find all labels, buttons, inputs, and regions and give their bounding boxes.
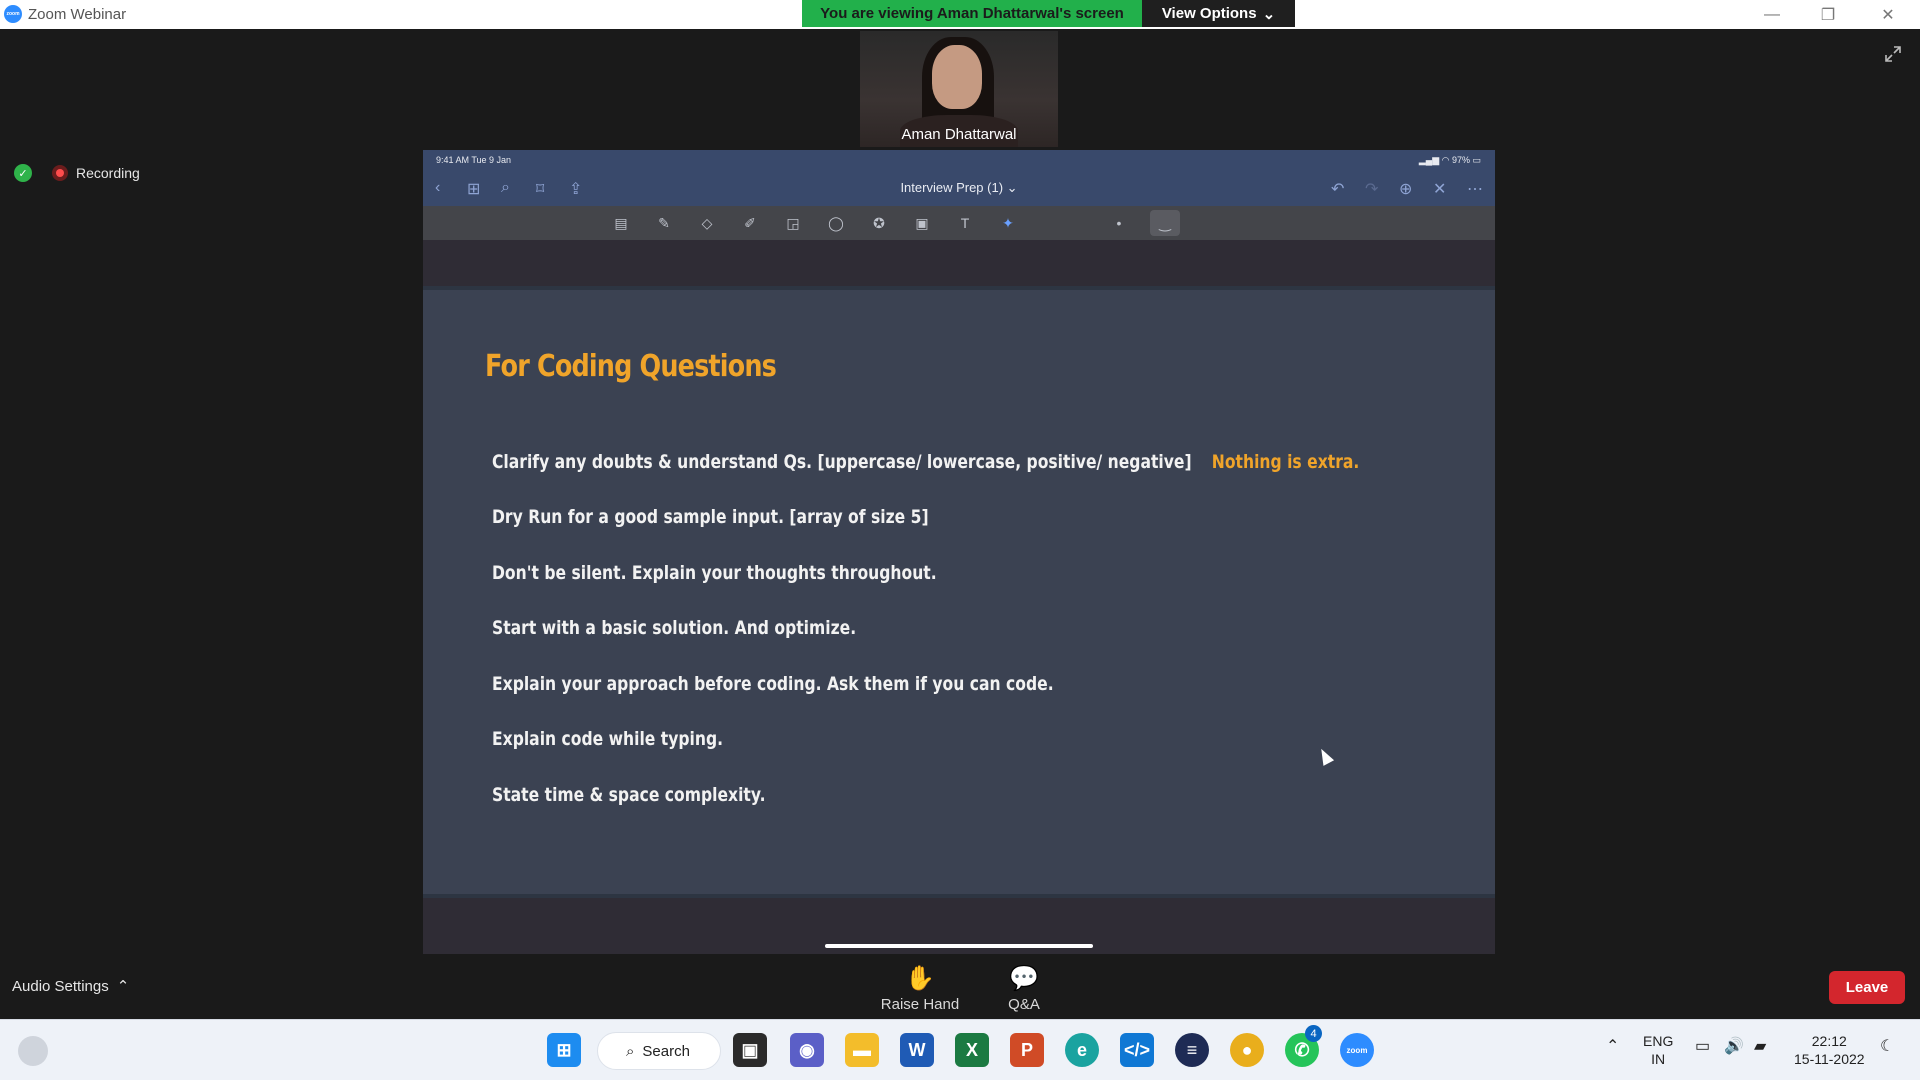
ipad-home-indicator (825, 944, 1093, 948)
lasso-icon[interactable]: ◯ (827, 214, 845, 232)
language-bottom: IN (1651, 1051, 1666, 1067)
clock-time: 22:12 (1811, 1033, 1847, 1049)
eclipse-icon[interactable]: ≡ (1175, 1033, 1209, 1067)
bullet-text: Clarify any doubts & understand Qs. [upp… (492, 451, 1192, 473)
ipad-status-bar: 9:41 AM Tue 9 Jan ▂▄▆ ◠ 97% ▭ (423, 150, 1495, 170)
raise-hand-label: Raise Hand (880, 996, 960, 1013)
close-button[interactable]: ✕ (1860, 0, 1916, 29)
chrome-icon[interactable]: ● (1230, 1033, 1264, 1067)
ipad-toolbar: ▤ ✎ ◇ ✐ ◲ ◯ ✪ ▣ T ✦ • ‿ (423, 206, 1495, 240)
slide-title: For Coding Questions (485, 349, 777, 384)
recording-icon (52, 165, 68, 181)
slide-bullet-6: Explain code while typing. (492, 728, 724, 750)
slide-bullet-1: Clarify any doubts & understand Qs. [upp… (492, 451, 1359, 473)
slide: For Coding Questions Clarify any doubts … (423, 290, 1495, 894)
slide-bullet-7: State time & space complexity. (492, 784, 766, 806)
file-explorer-icon[interactable]: ▬ (845, 1033, 879, 1067)
chevron-down-icon: ⌄ (1262, 5, 1276, 23)
undo-icon[interactable]: ↶ (1331, 179, 1344, 199)
app-title: zoom Zoom Webinar (4, 5, 126, 23)
notifications-icon[interactable]: ☾ (1880, 1038, 1894, 1056)
title-bar: zoom Zoom Webinar You are viewing Aman D… (0, 0, 1920, 29)
recording-label: Recording (76, 165, 140, 181)
qa-button[interactable]: 💬 Q&A (979, 962, 1069, 1013)
slide-bullet-5: Explain your approach before coding. Ask… (492, 673, 1054, 695)
audio-settings-label: Audio Settings (12, 977, 109, 995)
volume-icon[interactable]: 🔊 (1724, 1038, 1744, 1056)
add-page-icon[interactable]: ⊕ (1399, 179, 1412, 199)
slide-bullet-2: Dry Run for a good sample input. [array … (492, 506, 929, 528)
close-icon[interactable]: ✕ (1433, 179, 1446, 199)
search-label: Search (642, 1042, 690, 1060)
view-options-button[interactable]: View Options ⌄ (1142, 0, 1295, 27)
hand-icon: ✋ (905, 965, 935, 992)
clock[interactable]: 22:12 15-11-2022 (1794, 1032, 1865, 1068)
eraser-icon[interactable]: ◇ (698, 214, 716, 232)
pen-icon[interactable]: ✎ (655, 214, 673, 232)
clock-date: 15-11-2022 (1794, 1051, 1865, 1067)
excel-icon[interactable]: X (955, 1033, 989, 1067)
edge-icon[interactable]: e (1065, 1033, 1099, 1067)
shapes-icon[interactable]: ◲ (784, 214, 802, 232)
battery-percent: 97% (1451, 155, 1470, 165)
speaker-face (932, 45, 982, 109)
notification-badge: 4 (1305, 1025, 1322, 1042)
page-margin-top (423, 240, 1495, 286)
speaker-name: Aman Dhattarwal (901, 126, 1017, 143)
stroke-style-icon[interactable]: ‿ (1150, 210, 1180, 236)
vscode-icon[interactable]: </> (1120, 1033, 1154, 1067)
network-icon[interactable]: ▭ (1695, 1038, 1710, 1056)
restore-button[interactable]: ❐ (1800, 0, 1856, 29)
view-options-label: View Options (1161, 5, 1257, 22)
leave-button[interactable]: Leave (1829, 971, 1905, 1004)
document-title-text: Interview Prep (1) (900, 180, 1004, 195)
fullscreen-icon[interactable] (1884, 45, 1902, 63)
highlighter-icon[interactable]: ✐ (741, 214, 759, 232)
taskbar-search[interactable]: ⌕ Search (597, 1032, 721, 1070)
reader-icon[interactable]: ▤ (612, 214, 630, 232)
teams-chat-icon[interactable]: ◉ (790, 1033, 824, 1067)
shared-screen: 9:41 AM Tue 9 Jan ▂▄▆ ◠ 97% ▭ ‹ ⊞ ⌕ ⌑ ⇪ … (423, 150, 1495, 954)
minimize-button[interactable]: — (1744, 0, 1800, 29)
zoom-taskbar-icon[interactable]: zoom (1340, 1033, 1374, 1067)
weather-icon[interactable] (18, 1036, 48, 1066)
zoom-logo-icon: zoom (4, 5, 22, 23)
raise-hand-button[interactable]: ✋ Raise Hand (875, 962, 965, 1013)
redo-icon[interactable]: ↷ (1365, 179, 1378, 199)
qa-label: Q&A (1008, 996, 1040, 1013)
battery-icon[interactable]: ▰ (1754, 1038, 1766, 1056)
audio-settings-button[interactable]: Audio Settings ⌃ (12, 977, 130, 996)
pen-size-icon[interactable]: • (1110, 214, 1128, 232)
more-icon[interactable]: ⋯ (1467, 179, 1483, 199)
word-icon[interactable]: W (900, 1033, 934, 1067)
speaker-video[interactable]: Aman Dhattarwal (860, 31, 1058, 147)
search-icon: ⌕ (626, 1042, 635, 1060)
laser-icon[interactable]: ✦ (999, 214, 1017, 232)
window-title: Zoom Webinar (28, 5, 127, 23)
chevron-up-icon[interactable]: ⌃ (1606, 1038, 1619, 1056)
ipad-nav-bar: ‹ ⊞ ⌕ ⌑ ⇪ Interview Prep (1) ⌄ ↶ ↷ ⊕ ✕ ⋯ (423, 170, 1495, 206)
language-indicator[interactable]: ENG IN (1643, 1032, 1673, 1068)
sticker-icon[interactable]: ✪ (870, 214, 888, 232)
powerpoint-icon[interactable]: P (1010, 1033, 1044, 1067)
chevron-up-icon: ⌃ (116, 978, 130, 995)
ipad-time: 9:41 AM Tue 9 Jan (436, 155, 512, 165)
slide-bullet-4: Start with a basic solution. And optimiz… (492, 617, 857, 639)
chevron-down-icon: ⌄ (1006, 180, 1018, 195)
chat-bubbles-icon: 💬 (1009, 965, 1039, 992)
ipad-battery: ▂▄▆ ◠ 97% ▭ (1418, 155, 1481, 165)
meeting-status: ✓ Recording (14, 164, 140, 182)
language-top: ENG (1643, 1033, 1674, 1049)
highlight-text: Nothing is extra. (1211, 451, 1360, 473)
windows-start-icon[interactable]: ⊞ (547, 1033, 581, 1067)
shield-icon[interactable]: ✓ (14, 164, 32, 182)
text-icon[interactable]: T (956, 214, 974, 232)
slide-bullet-3: Don't be silent. Explain your thoughts t… (492, 562, 937, 584)
screen-share-banner: You are viewing Aman Dhattarwal's screen (802, 0, 1142, 27)
image-icon[interactable]: ▣ (913, 214, 931, 232)
taskbar: ⊞ ⌕ Search ▣ ◉ ▬ W X P e </> ≡ ● ✆ 4 zoo… (0, 1019, 1920, 1080)
task-view-icon[interactable]: ▣ (733, 1033, 767, 1067)
